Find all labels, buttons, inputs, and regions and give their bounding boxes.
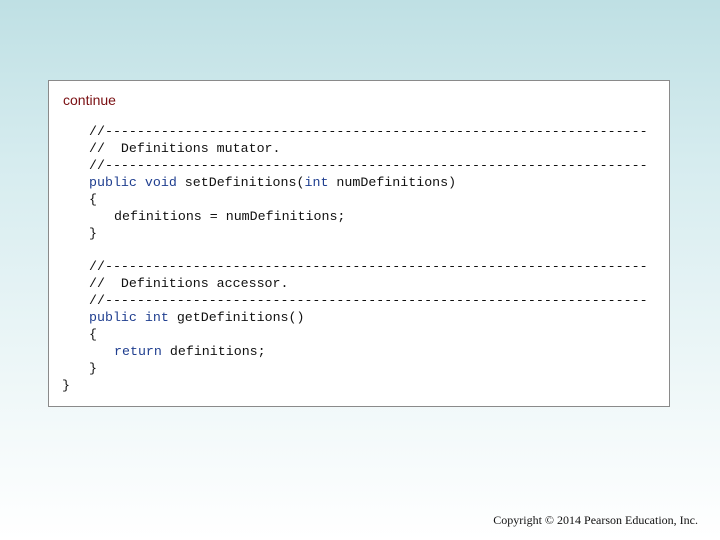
keyword-int: int xyxy=(304,175,329,190)
keyword-public: public xyxy=(89,175,137,190)
code-comment-line: //--------------------------------------… xyxy=(89,259,648,274)
code-comment-line: // Definitions accessor. xyxy=(89,276,289,291)
return-value: definitions; xyxy=(169,344,266,359)
continue-label: continue xyxy=(63,92,116,108)
code-return-statement: return definitions; xyxy=(114,344,266,360)
code-comment-line: //--------------------------------------… xyxy=(89,158,648,173)
parameter-name: numDefinitions) xyxy=(336,175,457,190)
slide: continue //-----------------------------… xyxy=(0,0,720,540)
code-class-brace-close: } xyxy=(62,378,70,393)
code-statement: definitions = numDefinitions; xyxy=(114,209,346,224)
copyright-notice: Copyright © 2014 Pearson Education, Inc. xyxy=(493,513,698,527)
code-method-signature: public int getDefinitions() xyxy=(89,310,304,326)
keyword-public: public xyxy=(89,310,137,325)
method-name: getDefinitions() xyxy=(176,310,305,325)
method-name: setDefinitions( xyxy=(184,175,305,190)
code-method-signature: public void setDefinitions(int numDefini… xyxy=(89,175,456,191)
code-comment-line: //--------------------------------------… xyxy=(89,293,648,308)
code-listing-box: continue //-----------------------------… xyxy=(48,80,670,407)
code-brace-open: { xyxy=(89,327,97,342)
keyword-int: int xyxy=(144,310,169,325)
code-brace-close: } xyxy=(89,361,97,376)
code-brace-open: { xyxy=(89,192,97,207)
code-comment-line: //--------------------------------------… xyxy=(89,124,648,139)
keyword-void: void xyxy=(144,175,177,190)
code-brace-close: } xyxy=(89,226,97,241)
code-comment-line: // Definitions mutator. xyxy=(89,141,281,156)
keyword-return: return xyxy=(114,344,162,359)
